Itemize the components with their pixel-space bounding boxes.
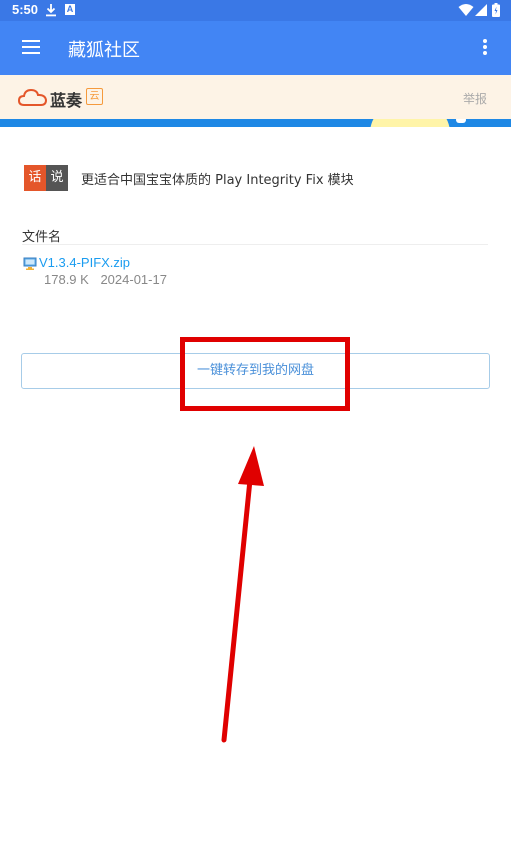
banner-dot <box>456 119 466 123</box>
a-notification-icon: A <box>65 4 75 15</box>
site-logo[interactable]: 蓝奏 云 <box>18 85 108 110</box>
file-meta: 178.9 K 2024-01-17 <box>44 272 175 287</box>
download-icon <box>46 4 56 17</box>
highlight-box <box>180 337 350 411</box>
app-title: 藏狐社区 <box>68 40 140 61</box>
mascot-graphic <box>370 119 450 127</box>
logo-yun-badge: 云 <box>86 88 103 105</box>
shuo-badge: 说 <box>46 165 68 191</box>
battery-icon <box>492 3 500 17</box>
logo-text: 蓝奏 <box>50 91 83 110</box>
divider <box>22 244 488 245</box>
status-time: 5:50 <box>12 2 39 17</box>
site-header: 蓝奏 云 举报 <box>0 75 511 119</box>
description-text: 更适合中国宝宝体质的 Play Integrity Fix 模块 <box>81 173 354 188</box>
file-name-link[interactable]: V1.3.4-PIFX.zip <box>39 255 130 270</box>
hua-badge: 话 <box>24 165 46 191</box>
status-bar: 5:50 A <box>0 0 511 21</box>
filename-label: 文件名 <box>22 230 62 245</box>
hamburger-menu-icon[interactable] <box>22 40 40 56</box>
cloud-logo-icon <box>18 88 48 106</box>
banner-strip <box>0 119 511 127</box>
file-size: 178.9 K <box>44 272 89 287</box>
signal-icon <box>475 4 487 16</box>
report-link[interactable]: 举报 <box>463 90 487 107</box>
app-bar: 藏狐社区 <box>0 21 511 75</box>
annotation-arrow-icon <box>221 446 264 743</box>
file-computer-icon <box>23 257 37 270</box>
more-vertical-icon[interactable] <box>482 39 488 57</box>
file-date: 2024-01-17 <box>100 272 167 287</box>
wifi-icon <box>458 4 474 16</box>
